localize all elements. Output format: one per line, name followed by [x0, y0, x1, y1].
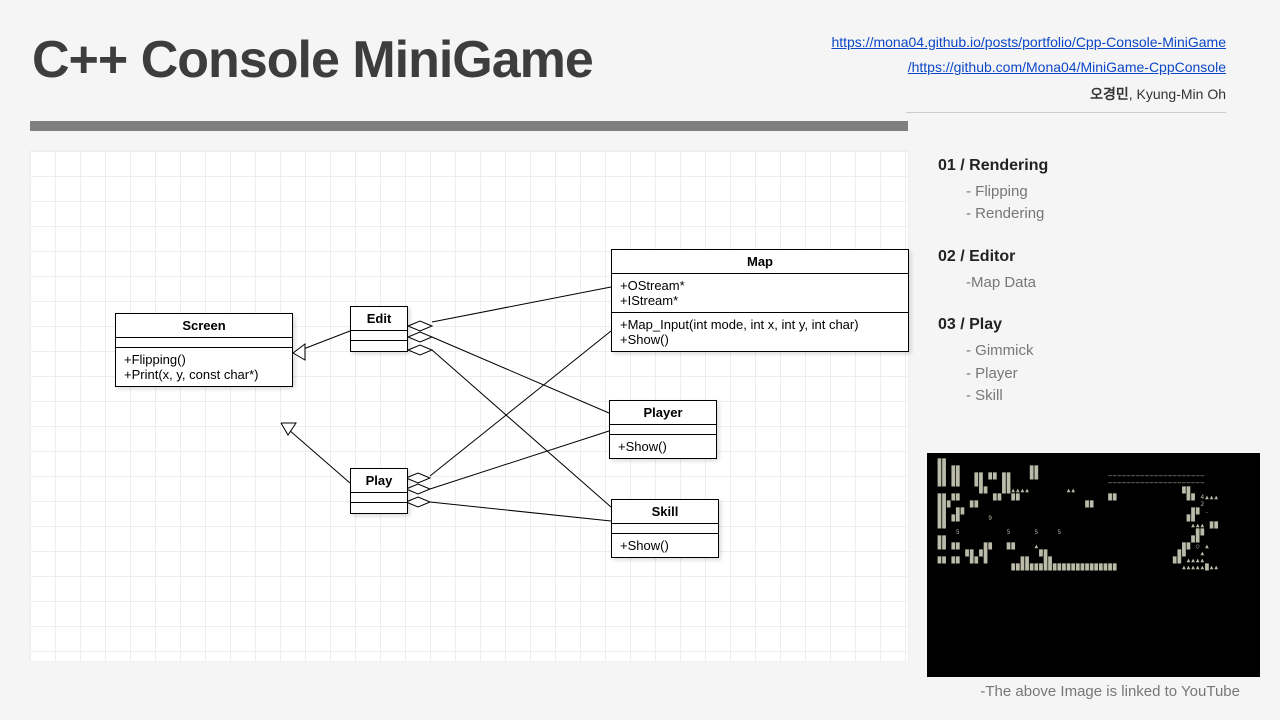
uml-skill-methods: +Show() — [612, 534, 718, 557]
uml-map-name: Map — [612, 250, 908, 274]
toc-item: -Map Data — [966, 272, 1248, 295]
uml-edit-attrs — [351, 331, 407, 341]
toc-heading: 02 / Editor — [938, 248, 1248, 266]
uml-player-methods: +Show() — [610, 435, 716, 458]
toc-item: - Skill — [966, 385, 1248, 408]
toc-list: -Map Data — [938, 272, 1248, 295]
toc-section-rendering: 01 / Rendering - Flipping - Rendering — [938, 157, 1248, 226]
toc-item: - Player — [966, 363, 1248, 386]
header: C++ Console MiniGame https://mona04.gith… — [0, 0, 1280, 113]
title-underline — [30, 121, 908, 131]
toc-heading: 01 / Rendering — [938, 157, 1248, 175]
uml-map-attr: +IStream* — [620, 293, 900, 308]
portfolio-link[interactable]: https://mona04.github.io/posts/portfolio… — [831, 34, 1226, 50]
toc-item: - Rendering — [966, 203, 1248, 226]
author-kor: 오경민 — [1090, 86, 1129, 102]
uml-play-attrs — [351, 493, 407, 503]
uml-edit-methods — [351, 341, 407, 351]
uml-play: Play — [350, 468, 408, 514]
uml-play-name: Play — [351, 469, 407, 493]
thumbnail-ascii: ██ ██ ██ ██ ██ ██ ██ ██ ██ ██ ──────────… — [927, 453, 1260, 577]
uml-skill-method: +Show() — [620, 538, 710, 553]
meta-divider — [906, 112, 1226, 113]
toc-list: - Gimmick - Player - Skill — [938, 340, 1248, 408]
uml-map: Map +OStream* +IStream* +Map_Input(int m… — [611, 249, 909, 352]
uml-map-attrs: +OStream* +IStream* — [612, 274, 908, 313]
uml-skill-name: Skill — [612, 500, 718, 524]
uml-skill: Skill +Show() — [611, 499, 719, 558]
toc-item: - Gimmick — [966, 340, 1248, 363]
github-link[interactable]: /https://github.com/Mona04/MiniGame-CppC… — [908, 59, 1226, 75]
uml-edit-name: Edit — [351, 307, 407, 331]
youtube-thumbnail-link[interactable]: ██ ██ ██ ██ ██ ██ ██ ██ ██ ██ ──────────… — [927, 453, 1260, 677]
toc-list: - Flipping - Rendering — [938, 181, 1248, 226]
uml-diagram: Screen +Flipping() +Print(x, y, const ch… — [30, 151, 908, 661]
uml-map-method: +Map_Input(int mode, int x, int y, int c… — [620, 317, 900, 332]
uml-screen-methods: +Flipping() +Print(x, y, const char*) — [116, 348, 292, 386]
uml-map-method: +Show() — [620, 332, 900, 347]
uml-play-methods — [351, 503, 407, 513]
author-eng: , Kyung-Min Oh — [1129, 86, 1226, 102]
uml-skill-attrs — [612, 524, 718, 534]
author: 오경민, Kyung-Min Oh — [831, 82, 1226, 107]
meta-block: https://mona04.github.io/posts/portfolio… — [831, 30, 1260, 113]
uml-player-method: +Show() — [618, 439, 708, 454]
toc-section-play: 03 / Play - Gimmick - Player - Skill — [938, 316, 1248, 408]
uml-screen-method: +Print(x, y, const char*) — [124, 367, 284, 382]
uml-edit: Edit — [350, 306, 408, 352]
uml-screen: Screen +Flipping() +Print(x, y, const ch… — [115, 313, 293, 387]
toc-section-editor: 02 / Editor -Map Data — [938, 248, 1248, 295]
uml-screen-method: +Flipping() — [124, 352, 284, 367]
uml-screen-attrs — [116, 338, 292, 348]
uml-screen-name: Screen — [116, 314, 292, 338]
page-title: C++ Console MiniGame — [32, 30, 593, 90]
uml-player: Player +Show() — [609, 400, 717, 459]
uml-player-name: Player — [610, 401, 716, 425]
uml-connectors — [30, 151, 908, 661]
thumbnail-caption: -The above Image is linked to YouTube — [980, 683, 1240, 700]
uml-player-attrs — [610, 425, 716, 435]
toc-item: - Flipping — [966, 181, 1248, 204]
uml-map-attr: +OStream* — [620, 278, 900, 293]
uml-map-methods: +Map_Input(int mode, int x, int y, int c… — [612, 313, 908, 351]
toc-heading: 03 / Play — [938, 316, 1248, 334]
